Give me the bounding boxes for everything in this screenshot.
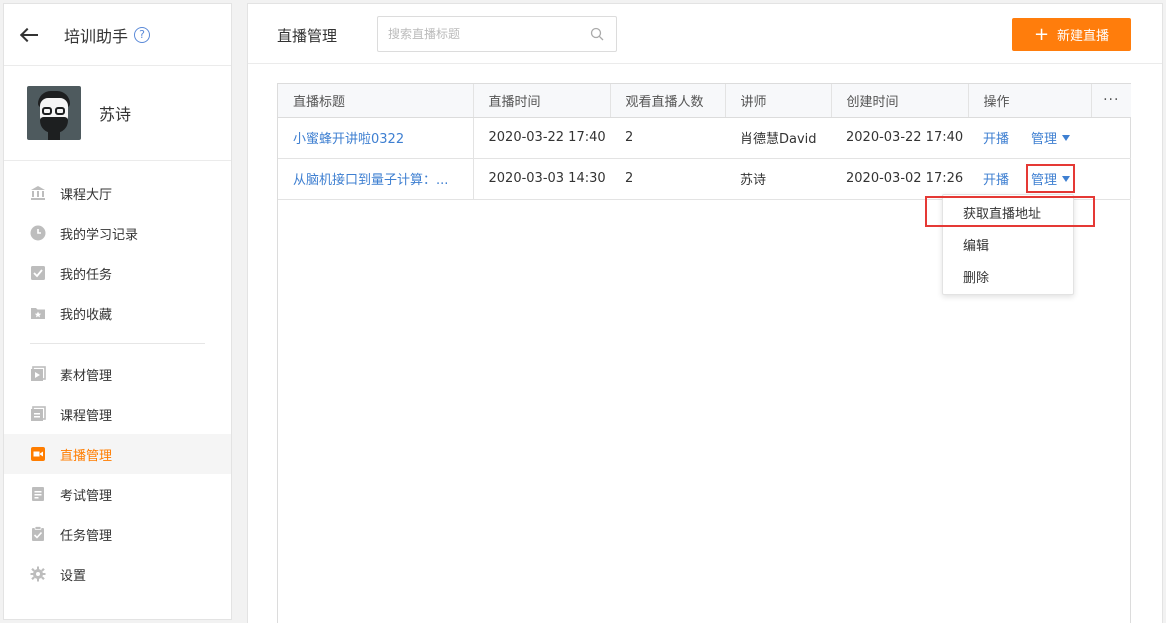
row-actions: 开播 管理 [983, 128, 1131, 147]
table-row: 从脑机接口到量子计算：... 2020-03-03 14:30 2 苏诗 202… [278, 158, 1131, 200]
main-header: 直播管理 + 新建直播 [248, 4, 1162, 64]
app-title: 培训助手 [64, 26, 129, 46]
lecturer: 苏诗 [725, 158, 831, 200]
live-camera-icon [31, 447, 45, 461]
search-input[interactable] [378, 17, 578, 51]
bank-icon [31, 186, 45, 200]
manage-menu: 获取直播地址 编辑 删除 [942, 194, 1074, 295]
column-header-lecturer: 讲师 [725, 84, 832, 118]
sidebar-item-course-hall[interactable]: 课程大厅 [4, 173, 231, 213]
live-title-link[interactable]: 从脑机接口到量子计算：... [293, 173, 448, 188]
caret-down-icon [1062, 134, 1071, 141]
sidebar-item-label: 直播管理 [60, 448, 113, 464]
username: 苏诗 [99, 105, 132, 124]
column-header-time: 直播时间 [473, 84, 611, 118]
manage-dropdown[interactable]: 管理 [1026, 164, 1076, 193]
new-live-button-label: 新建直播 [1057, 29, 1110, 44]
sidebar-header: 培训助手 ? [4, 4, 231, 66]
column-header-created: 创建时间 [831, 84, 969, 118]
sidebar-item-label: 考试管理 [60, 488, 113, 504]
live-table: 直播标题 直播时间 观看直播人数 讲师 创建时间 操作 ··· 小蜜蜂开讲啦03… [277, 83, 1131, 623]
sidebar-item-label: 素材管理 [60, 368, 113, 384]
sidebar-item-settings[interactable]: 设置 [4, 554, 231, 594]
manage-label: 管理 [1031, 173, 1058, 188]
new-live-button[interactable]: + 新建直播 [1012, 18, 1131, 51]
sidebar-item-label: 我的学习记录 [60, 227, 139, 243]
menu-item-get-live-url[interactable]: 获取直播地址 [943, 199, 1073, 231]
manage-label: 管理 [1031, 132, 1058, 147]
sidebar: 培训助手 ? 苏诗 课程大厅 我的学习记录 我的任务 我的收藏 素材管理 课程管… [3, 3, 232, 620]
user-profile: 苏诗 [4, 66, 231, 161]
search-icon[interactable] [590, 27, 604, 41]
help-icon[interactable]: ? [134, 26, 151, 43]
column-header-viewers: 观看直播人数 [610, 84, 726, 118]
sidebar-nav: 课程大厅 我的学习记录 我的任务 我的收藏 素材管理 课程管理 直播管理 考试管… [4, 161, 231, 594]
sidebar-item-learning-record[interactable]: 我的学习记录 [4, 213, 231, 253]
sidebar-item-label: 任务管理 [60, 528, 113, 544]
live-title-link[interactable]: 小蜜蜂开讲啦0322 [293, 132, 404, 147]
table-row: 小蜜蜂开讲啦0322 2020-03-22 17:40 2 肖德慧David 2… [278, 117, 1131, 159]
caret-down-icon [1062, 175, 1071, 182]
gear-icon [30, 566, 46, 582]
clock-icon [30, 225, 46, 241]
sidebar-item-label: 课程大厅 [60, 187, 113, 203]
sidebar-item-label: 我的任务 [60, 267, 113, 283]
back-arrow-icon[interactable] [20, 27, 40, 43]
created-time: 2020-03-22 17:40 [831, 117, 968, 159]
avatar[interactable] [27, 86, 81, 140]
sidebar-item-live-management[interactable]: 直播管理 [4, 434, 231, 474]
manage-dropdown[interactable]: 管理 [1031, 128, 1071, 147]
created-time: 2020-03-02 17:26 [831, 158, 968, 200]
column-header-title: 直播标题 [278, 84, 474, 118]
viewer-count: 2 [610, 158, 725, 200]
sidebar-item-favorites[interactable]: 我的收藏 [4, 293, 231, 333]
sidebar-item-label: 课程管理 [60, 408, 113, 424]
row-actions: 开播 管理 [983, 164, 1131, 193]
menu-item-delete[interactable]: 删除 [943, 263, 1073, 295]
star-folder-icon [31, 308, 45, 319]
live-time: 2020-03-22 17:40 [473, 117, 610, 159]
task-icon [32, 526, 44, 541]
course-icon [31, 406, 46, 421]
sidebar-item-materials[interactable]: 素材管理 [4, 354, 231, 394]
start-live-link[interactable]: 开播 [983, 128, 1009, 147]
checkbox-icon [31, 266, 45, 280]
media-icon [31, 366, 46, 381]
table-header-row: 直播标题 直播时间 观看直播人数 讲师 创建时间 操作 ··· [278, 84, 1131, 118]
plus-icon: + [1033, 23, 1050, 45]
divider [30, 343, 205, 344]
search-box [377, 16, 617, 52]
sidebar-item-label: 我的收藏 [60, 307, 113, 323]
sidebar-item-my-tasks[interactable]: 我的任务 [4, 253, 231, 293]
menu-item-edit[interactable]: 编辑 [943, 231, 1073, 263]
sidebar-item-label: 设置 [60, 568, 87, 584]
viewer-count: 2 [610, 117, 725, 159]
page-title: 直播管理 [277, 27, 338, 45]
sidebar-item-course-management[interactable]: 课程管理 [4, 394, 231, 434]
main-panel: 直播管理 + 新建直播 直播标题 直播时间 观看直播人数 讲师 创建时间 操作 [247, 3, 1163, 623]
start-live-link[interactable]: 开播 [983, 169, 1009, 188]
column-header-actions: 操作 [968, 84, 1092, 118]
live-time: 2020-03-03 14:30 [473, 158, 610, 200]
exam-icon [32, 487, 44, 501]
lecturer: 肖德慧David [725, 117, 831, 159]
sidebar-item-task-management[interactable]: 任务管理 [4, 514, 231, 554]
more-columns-icon[interactable]: ··· [1091, 84, 1131, 118]
sidebar-item-exam-management[interactable]: 考试管理 [4, 474, 231, 514]
